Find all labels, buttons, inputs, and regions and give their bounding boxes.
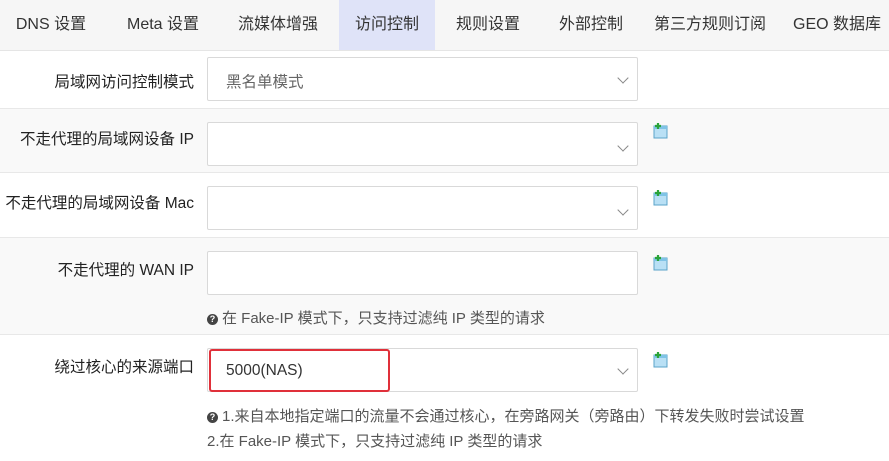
bypass-port-hint-1: ? 1.来自本地指定端口的流量不会通过核心，在旁路网关（旁路由）下转发失败时尝试设… [207, 405, 805, 426]
tab-access-control[interactable]: 访问控制 [339, 0, 435, 50]
lan-mode-label: 局域网访问控制模式 [54, 74, 194, 91]
lan-ip-label: 不走代理的局域网设备 IP [20, 131, 194, 148]
chevron-down-icon [617, 363, 629, 375]
bypass-port-label: 绕过核心的来源端口 [54, 359, 194, 376]
wan-ip-hint: ? 在 Fake-IP 模式下，只支持过滤纯 IP 类型的请求 [207, 307, 545, 328]
chevron-down-icon [617, 140, 629, 152]
row-lan-mac: 不走代理的局域网设备 Mac [0, 173, 889, 238]
row-wan-ip: 不走代理的 WAN IP ? 在 Fake-IP 模式下，只支持过滤纯 IP 类型… [0, 238, 889, 335]
add-entry-icon[interactable] [652, 351, 670, 369]
chevron-down-icon [617, 72, 629, 84]
tab-rule-settings[interactable]: 规则设置 [441, 0, 535, 50]
add-entry-icon[interactable] [652, 189, 670, 207]
lan-mode-select[interactable]: 黑名单模式 [207, 57, 638, 101]
bypass-port-hint-1-text: 1.来自本地指定端口的流量不会通过核心，在旁路网关（旁路由）下转发失败时尝试设置 [222, 408, 805, 425]
tab-streaming-enhance[interactable]: 流媒体增强 [222, 0, 334, 50]
bypass-port-hint-2: 2.在 Fake-IP 模式下，只支持过滤纯 IP 类型的请求 [207, 433, 543, 450]
lan-mode-value: 黑名单模式 [226, 74, 304, 91]
tab-geo-database[interactable]: GEO 数据库 [793, 0, 889, 50]
tab-external-control[interactable]: 外部控制 [544, 0, 638, 50]
tab-meta-settings[interactable]: Meta 设置 [110, 0, 216, 50]
row-lan-ip: 不走代理的局域网设备 IP [0, 109, 889, 173]
lan-ip-select[interactable] [207, 122, 638, 166]
row-lan-mode: 局域网访问控制模式 黑名单模式 [0, 51, 889, 109]
add-entry-icon[interactable] [652, 254, 670, 272]
lan-mac-select[interactable] [207, 186, 638, 230]
lan-mac-label: 不走代理的局域网设备 Mac [5, 195, 194, 212]
chevron-down-icon [617, 204, 629, 216]
info-icon: ? [207, 314, 218, 325]
row-bypass-port: 绕过核心的来源端口 5000(NAS) ? 1.来自本地指定端口的流量不会通过核心… [0, 335, 889, 461]
tab-dns-settings[interactable]: DNS 设置 [0, 0, 102, 50]
wan-ip-input[interactable] [207, 251, 638, 295]
tab-third-party-rules[interactable]: 第三方规则订阅 [645, 0, 775, 50]
highlight-box [209, 349, 390, 392]
info-icon: ? [207, 412, 218, 423]
wan-ip-label: 不走代理的 WAN IP [57, 262, 194, 279]
tab-bar: DNS 设置 Meta 设置 流媒体增强 访问控制 规则设置 外部控制 第三方规… [0, 0, 889, 51]
add-entry-icon[interactable] [652, 122, 670, 140]
wan-ip-hint-text: 在 Fake-IP 模式下，只支持过滤纯 IP 类型的请求 [222, 310, 545, 327]
